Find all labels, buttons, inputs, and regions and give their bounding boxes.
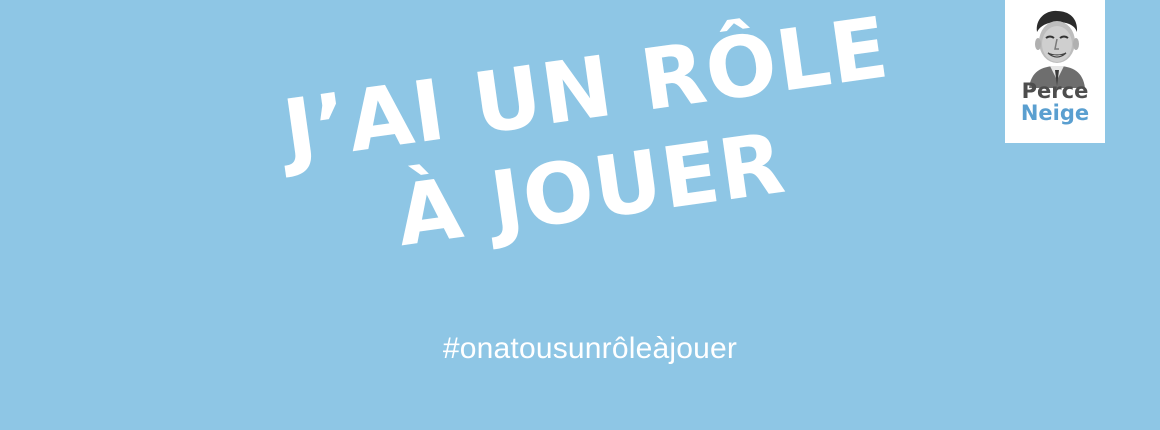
- perce-neige-logo: Perce Neige: [1005, 0, 1105, 143]
- hashtag: #onatousunrôleàjouer: [442, 332, 738, 365]
- logo-word-neige: Neige: [1020, 101, 1090, 125]
- headline: J’AI UN RÔLE À JOUER: [278, 0, 919, 276]
- logo-word-perce: Perce: [1021, 79, 1089, 103]
- man-portrait-icon: [1029, 10, 1085, 88]
